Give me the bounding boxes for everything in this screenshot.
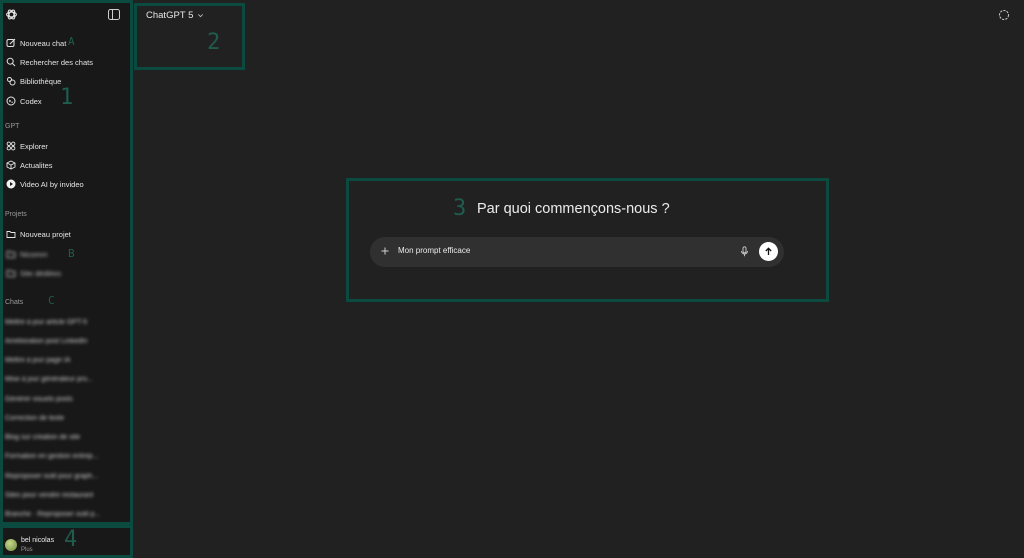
- annotation-label-2: 2: [207, 30, 221, 55]
- annotation-label-1: 1: [60, 85, 74, 110]
- annotation-label-b: B: [68, 247, 75, 260]
- annotation-label-a: A: [68, 35, 75, 48]
- temporary-chat-icon[interactable]: [998, 9, 1010, 21]
- annotation-box-1: [0, 0, 133, 525]
- app: Nouveau chat Rechercher des chats Biblio…: [0, 0, 1024, 558]
- annotation-label-c: C: [48, 294, 55, 307]
- annotation-label-3: 3: [453, 196, 467, 221]
- annotation-label-4: 4: [64, 527, 78, 552]
- annotation-box-3: [346, 178, 829, 302]
- annotation-box-2: [134, 3, 245, 70]
